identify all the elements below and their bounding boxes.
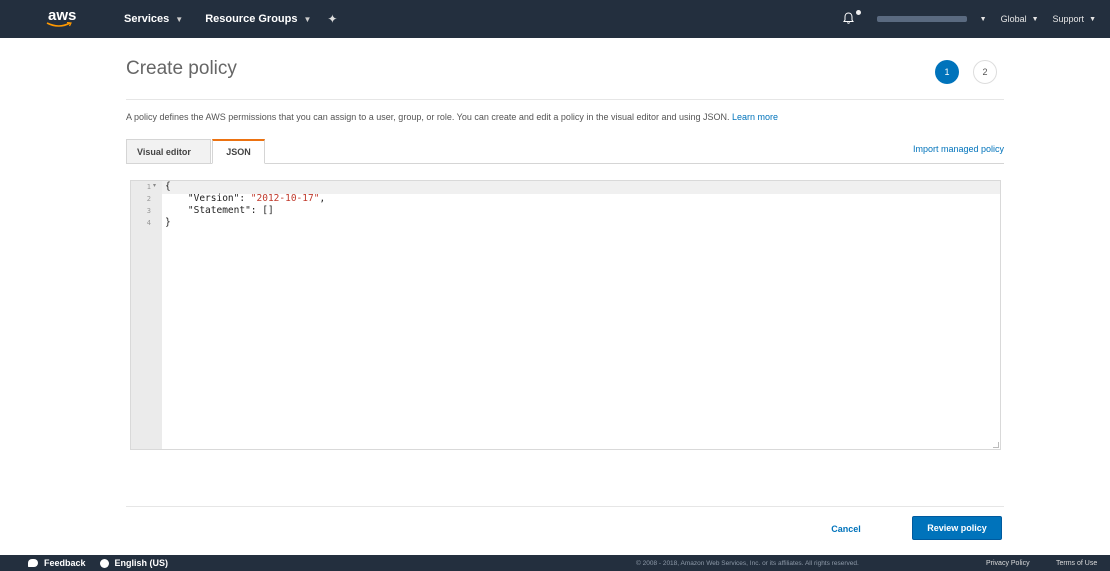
account-name-redacted[interactable]: [876, 16, 967, 22]
support-label: Support: [1052, 14, 1085, 24]
notifications-bell[interactable]: [842, 10, 861, 26]
import-managed-policy-link[interactable]: Import managed policy: [913, 144, 1004, 154]
region-label: Global: [1000, 14, 1027, 24]
code-line-2: "Version": "2012-10-17",: [165, 193, 325, 205]
aws-logo[interactable]: aws: [42, 4, 102, 34]
code-line-3: "Statement": []: [165, 205, 274, 216]
tab-visual-editor[interactable]: Visual editor: [126, 139, 211, 164]
json-code-editor[interactable]: 1 ▾ 2 3 4 { "Version": "2012-10-17", "St…: [130, 180, 1001, 450]
services-label: Services: [124, 13, 170, 25]
bell-icon: [842, 12, 854, 24]
speech-bubble-icon: [28, 559, 38, 567]
json-key: "Version":: [165, 193, 251, 204]
privacy-policy-link[interactable]: Privacy Policy: [986, 560, 1030, 567]
step-indicator-2[interactable]: 2: [973, 60, 997, 84]
title-row: Create policy 1 2: [126, 38, 1004, 100]
bottom-bar: Feedback English (US) © 2008 - 2018, Ama…: [0, 555, 1110, 571]
chevron-down-icon: ▼: [175, 14, 184, 24]
notification-dot: [855, 10, 861, 15]
language-label: English (US): [114, 558, 169, 568]
json-string-value: "2012-10-17": [250, 193, 320, 204]
editor-gutter: 1 ▾ 2 3 4: [131, 181, 162, 449]
chevron-down-icon: ▼: [1089, 15, 1096, 23]
json-punctuation: ,: [319, 193, 326, 204]
code-line-4: }: [165, 217, 171, 228]
terms-of-use-link[interactable]: Terms of Use: [1056, 560, 1097, 567]
fold-arrow-icon[interactable]: ▾: [153, 182, 156, 189]
services-menu[interactable]: Services ▼: [124, 13, 183, 25]
code-line-1: {: [165, 181, 171, 192]
account-menu-toggle[interactable]: ▼: [975, 16, 987, 23]
main-content: Create policy 1 2 A policy defines the A…: [126, 38, 1004, 450]
line-number: 4: [146, 219, 151, 227]
chevron-down-icon: ▼: [1031, 15, 1039, 23]
actions-divider: [126, 506, 1004, 507]
review-policy-button[interactable]: Review policy: [912, 516, 1002, 540]
resource-groups-label: Resource Groups: [205, 13, 298, 25]
language-selector[interactable]: English (US): [99, 558, 169, 568]
top-navigation-bar: aws Services ▼ Resource Groups ▼ ✦ ▼ Glo…: [0, 0, 1110, 38]
chevron-down-icon: ▼: [303, 14, 312, 24]
resource-groups-menu[interactable]: Resource Groups ▼: [205, 13, 311, 25]
region-menu[interactable]: Global ▼: [1001, 14, 1039, 24]
chevron-down-icon: ▼: [979, 15, 987, 23]
resize-handle[interactable]: [993, 442, 999, 448]
support-menu[interactable]: Support ▼: [1053, 14, 1096, 24]
copyright-text: © 2008 - 2018, Amazon Web Services, Inc.…: [636, 559, 859, 567]
pin-icon[interactable]: ✦: [327, 12, 337, 26]
cancel-button[interactable]: Cancel: [822, 518, 870, 540]
line-number: 1: [146, 183, 151, 191]
line-number: 3: [146, 207, 151, 215]
page-title: Create policy: [126, 58, 237, 79]
feedback-label: Feedback: [44, 558, 86, 568]
aws-smile-icon: [46, 22, 72, 27]
description-text: A policy defines the AWS permissions tha…: [126, 112, 730, 122]
step-indicator-1: 1: [935, 60, 959, 84]
tab-json[interactable]: JSON: [212, 139, 265, 164]
learn-more-link[interactable]: Learn more: [732, 112, 778, 122]
page-description: A policy defines the AWS permissions tha…: [126, 112, 778, 122]
line-number: 2: [146, 195, 151, 203]
globe-icon: [99, 558, 109, 568]
feedback-button[interactable]: Feedback: [28, 558, 86, 568]
editor-tabs: Visual editor JSON Import managed policy: [126, 138, 1004, 164]
top-navigation-right: ▼ Global ▼ Support ▼: [842, 0, 1110, 38]
